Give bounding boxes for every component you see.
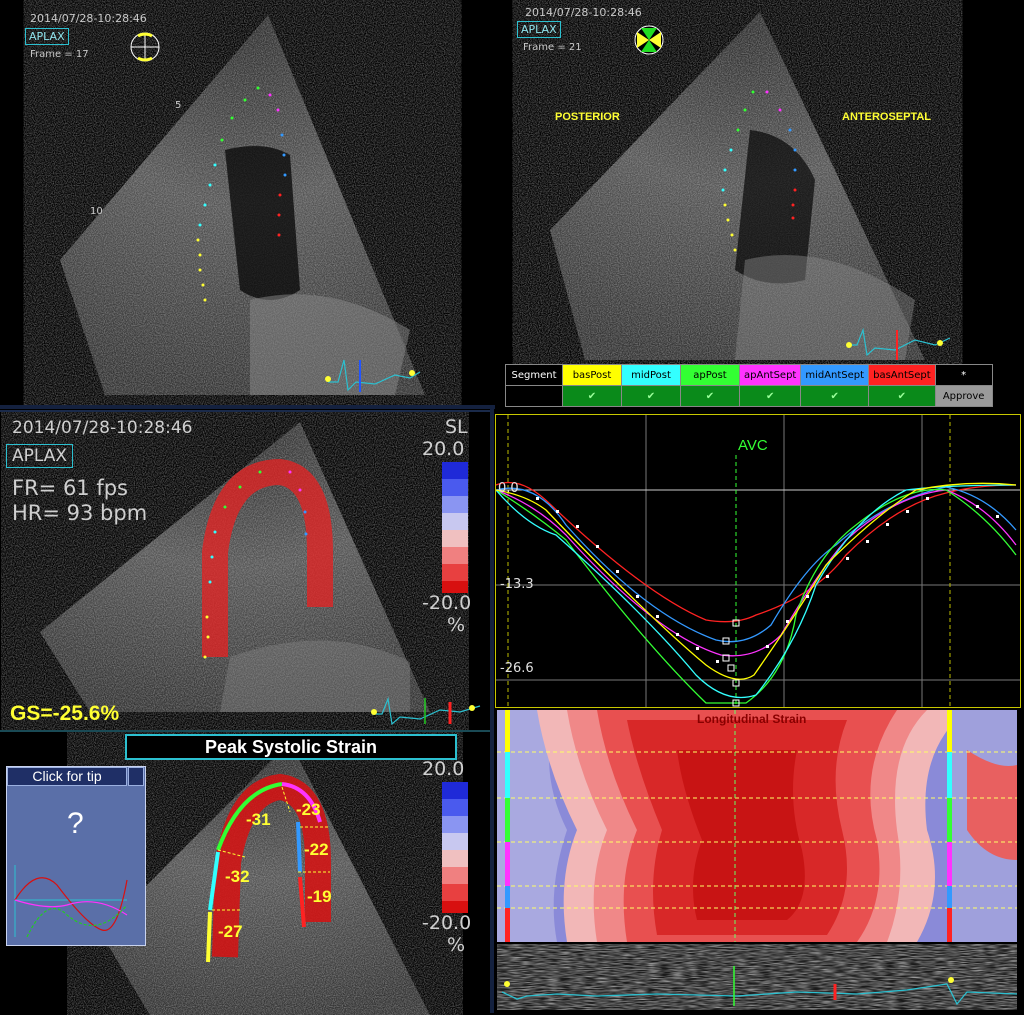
scale-unit: % bbox=[447, 614, 466, 636]
orientation-icon bbox=[634, 25, 664, 55]
strain-color-scale bbox=[442, 462, 468, 593]
segment-check-apAntSept[interactable]: ✔ bbox=[738, 385, 802, 407]
segment-check-midPost[interactable]: ✔ bbox=[621, 385, 681, 407]
panel-divider-horizontal bbox=[0, 405, 495, 409]
tip-close-button[interactable] bbox=[128, 767, 144, 786]
mmode-strip-image bbox=[497, 944, 1017, 1010]
timestamp: 2014/07/28-10:28:46 bbox=[30, 12, 147, 25]
tip-curves-icon bbox=[14, 865, 128, 938]
segment-name-basPost[interactable]: basPost bbox=[562, 364, 622, 386]
view-label: APLAX bbox=[25, 28, 69, 45]
y-tick-2: -26.6 bbox=[500, 661, 534, 676]
panel-divider-vertical bbox=[490, 405, 494, 1013]
strain-color-scale bbox=[442, 782, 468, 913]
peak-systolic-strain-panel: Peak Systolic Strain Click for tip ? -31… bbox=[0, 730, 490, 1015]
scale-max: 20.0 bbox=[422, 758, 465, 780]
depth-mark-5: 5 bbox=[175, 100, 182, 111]
question-icon: ? bbox=[67, 807, 84, 840]
segment-value-apPost: -31 bbox=[246, 810, 271, 829]
wall-label-anteroseptal: ANTEROSEPTAL bbox=[842, 111, 932, 123]
segment-check-basPost[interactable]: ✔ bbox=[562, 385, 622, 407]
strain-map-title: Longitudinal Strain bbox=[697, 712, 807, 726]
longitudinal-strain-map: Longitudinal Strain bbox=[497, 710, 1017, 942]
segment-value-apAntSept: -23 bbox=[296, 800, 321, 819]
segment-check-apPost[interactable]: ✔ bbox=[680, 385, 740, 407]
y-tick-1: -13.3 bbox=[500, 577, 534, 592]
strain-curves-panel: AVC 0.0 -13.3 -26.6 bbox=[495, 414, 1021, 708]
strain-map-image bbox=[497, 710, 1017, 942]
ultrasound-sector-image bbox=[60, 15, 425, 395]
orientation-icon bbox=[130, 32, 160, 62]
frame-number: Frame = 17 bbox=[30, 49, 89, 60]
tip-box: Click for tip ? bbox=[6, 766, 146, 946]
echo-view-frame-21: 2014/07/28-10:28:46 APLAX Frame = 21 POS… bbox=[495, 0, 1024, 410]
scale-parameter: SL bbox=[445, 416, 468, 438]
panel-title: Peak Systolic Strain bbox=[125, 734, 457, 760]
segment-value-midAntSept: -22 bbox=[304, 840, 329, 859]
heart-rate: HR= 93 bpm bbox=[12, 501, 148, 525]
curve-apPost bbox=[496, 488, 1017, 704]
click-for-tip-button[interactable]: Click for tip bbox=[7, 767, 127, 786]
segment-name-midAntSept[interactable]: midAntSept bbox=[800, 364, 870, 386]
y-tick-0: 0.0 bbox=[498, 481, 519, 496]
depth-mark-10: 10 bbox=[90, 206, 103, 217]
empty-cell bbox=[505, 385, 563, 407]
segment-name-apPost[interactable]: apPost bbox=[680, 364, 740, 386]
segment-name-basAntSept[interactable]: basAntSept bbox=[868, 364, 936, 386]
mmode-strip bbox=[497, 944, 1017, 1010]
scale-max: 20.0 bbox=[422, 438, 465, 460]
global-strain: GS=-25.6% bbox=[10, 702, 120, 725]
strain-overlay-panel: 2014/07/28-10:28:46 APLAX FR= 61 fps HR=… bbox=[0, 410, 490, 732]
segment-check-basAntSept[interactable]: ✔ bbox=[868, 385, 936, 407]
view-label: APLAX bbox=[517, 21, 561, 38]
view-label: APLAX bbox=[6, 444, 74, 468]
timestamp: 2014/07/28-10:28:46 bbox=[525, 6, 642, 19]
frame-number: Frame = 21 bbox=[523, 42, 582, 53]
approve-button[interactable]: Approve bbox=[934, 385, 993, 407]
segment-check-midAntSept[interactable]: ✔ bbox=[800, 385, 870, 407]
wall-label-posterior: POSTERIOR bbox=[555, 111, 620, 123]
segment-value-basAntSept: -19 bbox=[307, 887, 332, 906]
curve-apAntSept bbox=[496, 489, 1017, 657]
segment-header: Segment bbox=[505, 364, 563, 386]
strain-curves-plot bbox=[496, 415, 1020, 707]
segment-value-midPost: -32 bbox=[225, 867, 250, 886]
strain-overlay-image bbox=[40, 422, 481, 726]
timestamp: 2014/07/28-10:28:46 bbox=[12, 418, 193, 438]
segment-name-midPost[interactable]: midPost bbox=[621, 364, 681, 386]
scale-min: -20.0 bbox=[422, 912, 472, 934]
segment-name-apAntSept[interactable]: apAntSept bbox=[738, 364, 802, 386]
echo-view-frame-17: 2014/07/28-10:28:46 APLAX Frame = 17 5 1… bbox=[0, 0, 495, 405]
scale-unit: % bbox=[447, 934, 466, 956]
curve-basAntSept bbox=[496, 481, 1017, 623]
ultrasound-sector-image bbox=[550, 12, 951, 360]
avc-label: AVC bbox=[738, 437, 768, 454]
frame-rate: FR= 61 fps bbox=[12, 476, 129, 500]
scale-min: -20.0 bbox=[422, 592, 472, 614]
curve-basPost bbox=[496, 482, 1017, 680]
segment-value-basPost: -27 bbox=[218, 922, 243, 941]
curve-midPost bbox=[496, 484, 1017, 699]
curve-midAntSept bbox=[496, 486, 1017, 643]
segment-approval-table: Segment basPost midPost apPost apAntSept… bbox=[505, 364, 993, 407]
star-cell: * bbox=[934, 364, 993, 386]
